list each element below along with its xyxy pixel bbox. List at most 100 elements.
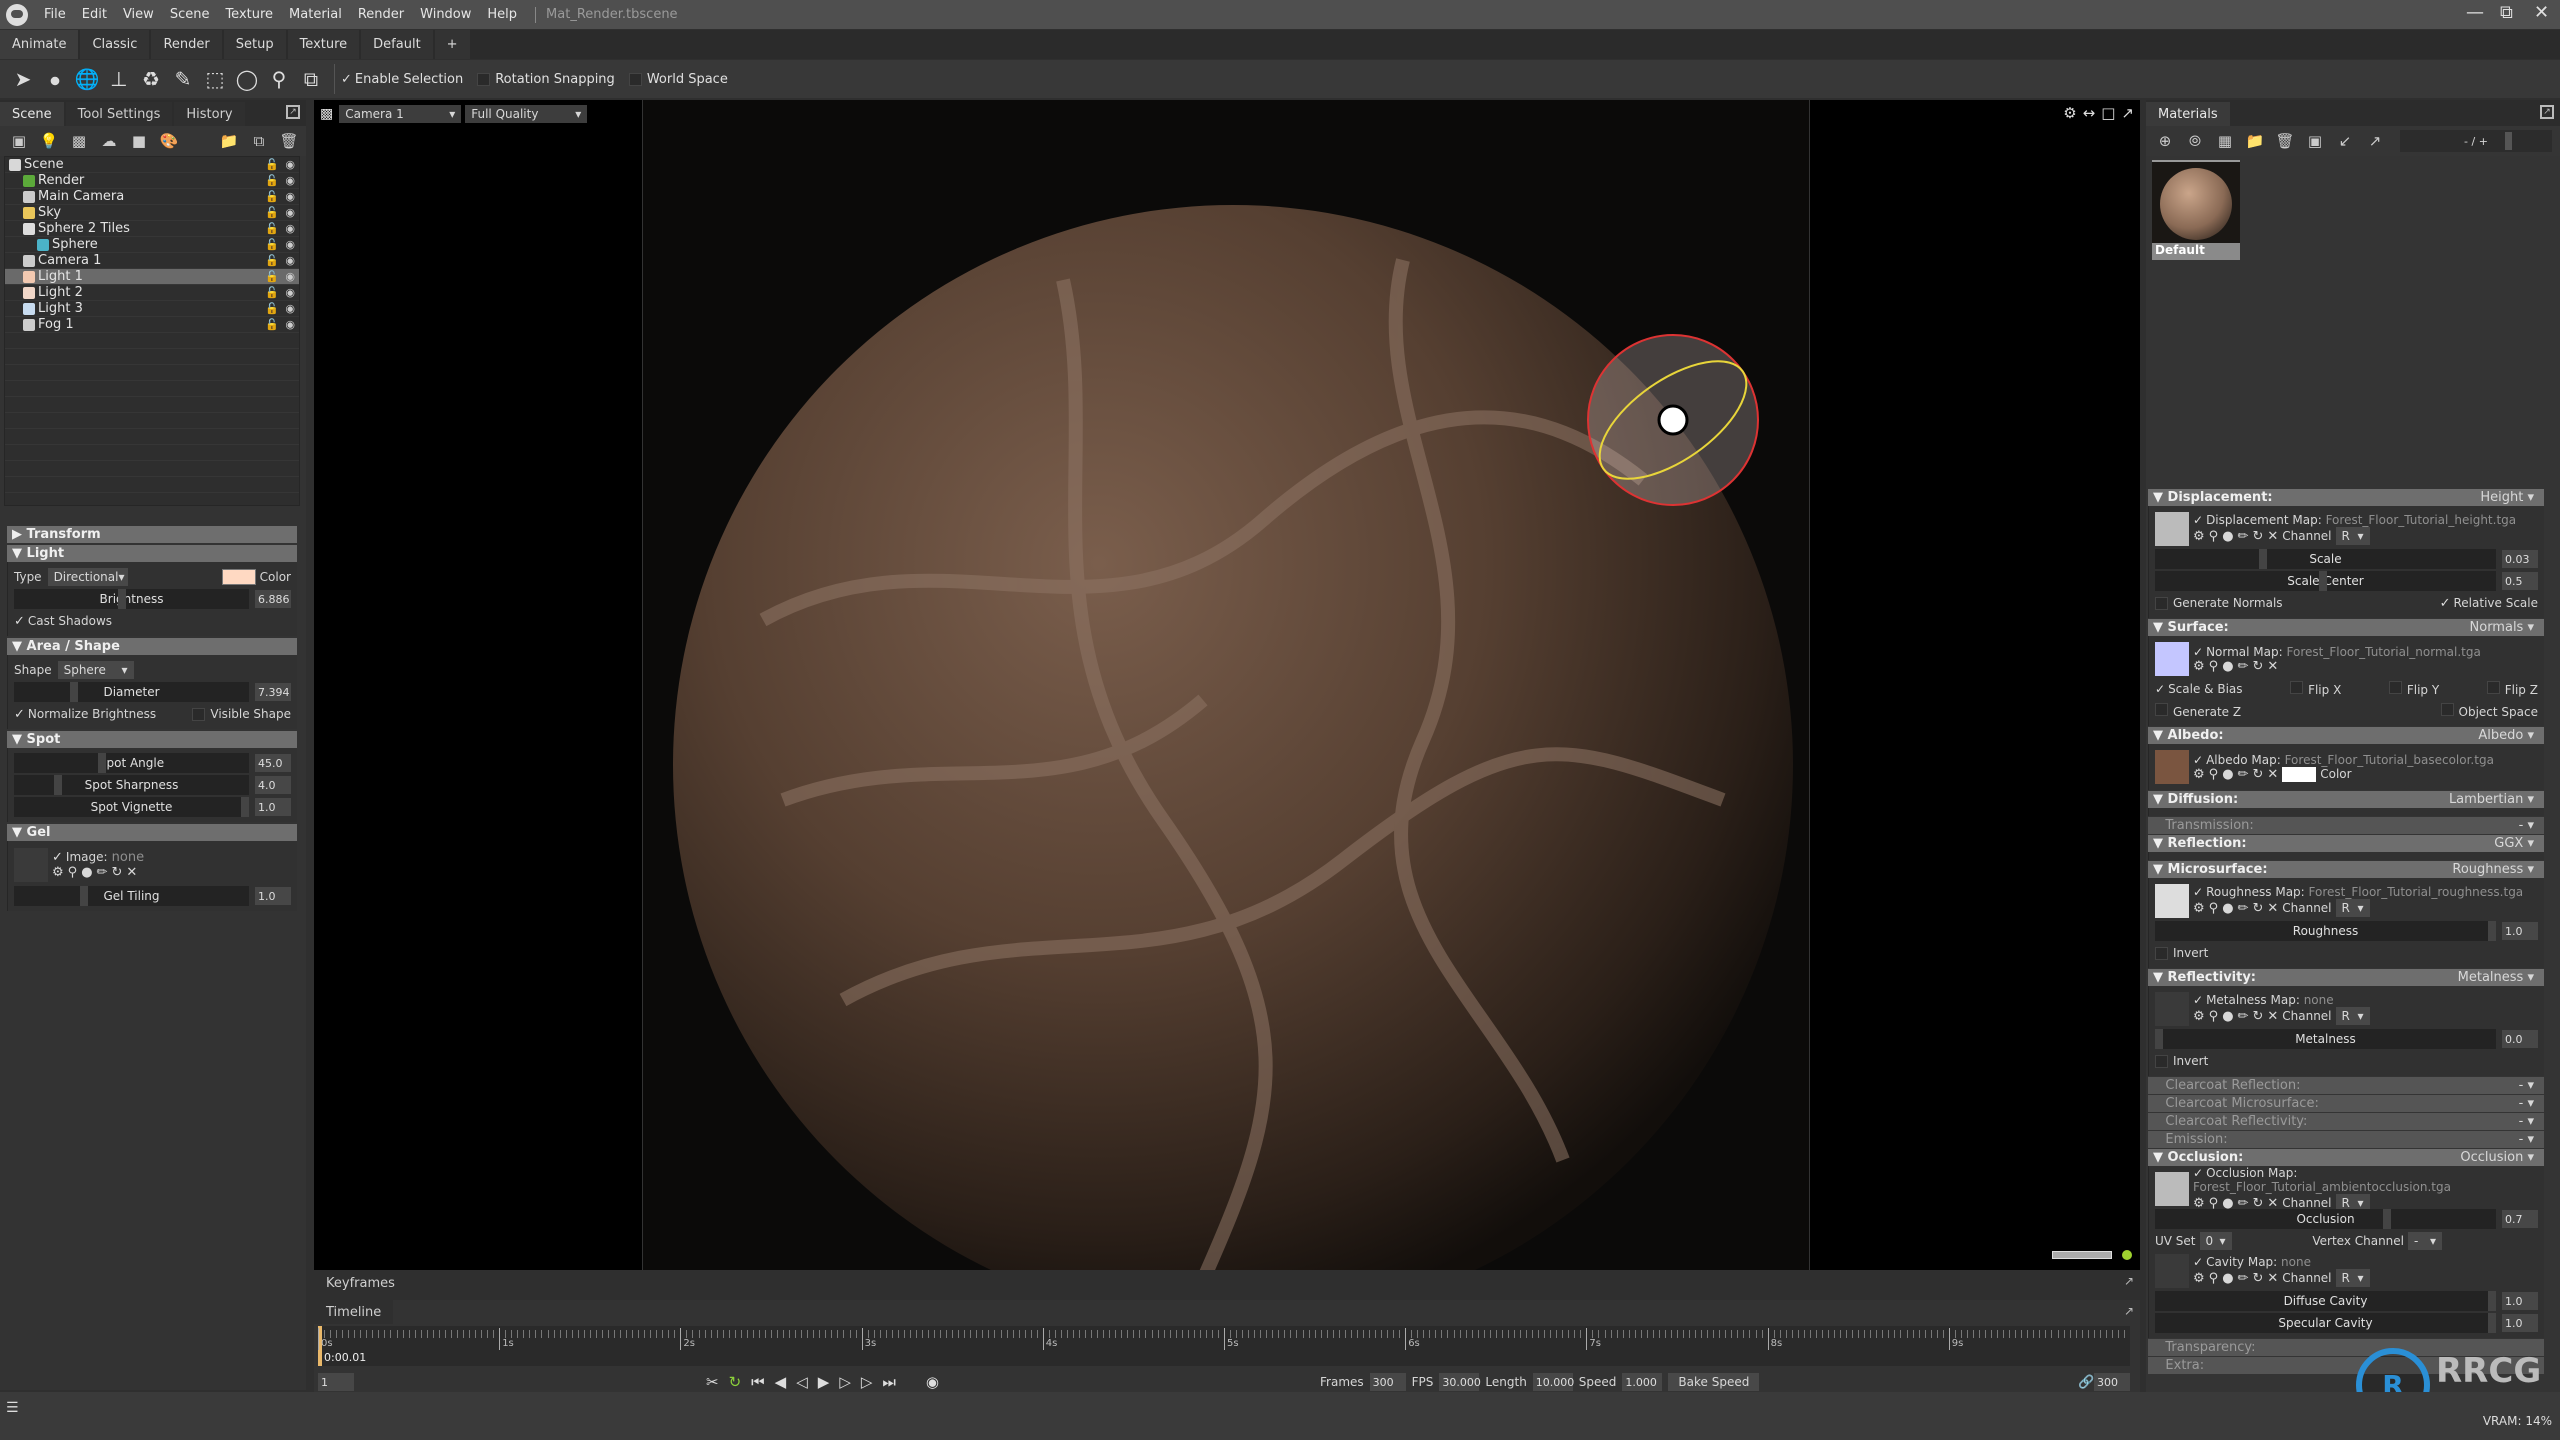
pencil-icon[interactable]: ✏: [2238, 767, 2249, 782]
add-mesh-icon[interactable]: ▣: [6, 130, 32, 152]
occlusion-thumbnail[interactable]: [2155, 1172, 2189, 1206]
mode-dropdown[interactable]: Height ▾: [2480, 490, 2534, 505]
enable-selection-checkbox[interactable]: ✓ Enable Selection: [341, 72, 463, 87]
folder-icon[interactable]: 📁: [2242, 130, 2268, 152]
end-frame-input[interactable]: 300: [2094, 1373, 2130, 1391]
maximize-icon[interactable]: □: [2101, 104, 2115, 122]
section-transform[interactable]: ▶ Transform: [7, 526, 297, 543]
bake-speed-button[interactable]: Bake Speed: [1668, 1373, 1760, 1391]
section-reflection[interactable]: ▼ Reflection: GGX ▾: [2148, 835, 2544, 852]
tab-default[interactable]: Default: [361, 30, 433, 59]
gear-icon[interactable]: ⚙: [2193, 529, 2205, 544]
split-view-icon[interactable]: ↔: [2083, 104, 2096, 122]
delete-icon[interactable]: 🗑: [2272, 130, 2298, 152]
section-diffusion[interactable]: ▼ Diffusion: Lambertian ▾: [2148, 791, 2544, 808]
section-emission[interactable]: Emission: - ▾: [2148, 1131, 2544, 1148]
scene-tree-item[interactable]: Render 🔓 ◉: [5, 173, 299, 189]
tab-timeline[interactable]: Timeline: [314, 1300, 394, 1324]
section-spot[interactable]: ▼ Spot: [7, 731, 297, 748]
add-material-icon[interactable]: ⊕: [2152, 130, 2178, 152]
lock-icon[interactable]: 🔓: [265, 270, 279, 283]
length-input[interactable]: 10.000: [1532, 1373, 1574, 1391]
flip-x-checkbox[interactable]: Flip X: [2290, 681, 2341, 697]
mode-dropdown[interactable]: - ▾: [2519, 818, 2534, 833]
channel-dropdown[interactable]: R ▾: [2335, 899, 2370, 917]
scale-bias-checkbox[interactable]: ✓ Scale & Bias: [2155, 682, 2243, 696]
lasso-select-icon[interactable]: ⚲: [264, 64, 294, 94]
clear-icon[interactable]: ✕: [126, 865, 137, 880]
rotation-snapping-checkbox[interactable]: Rotation Snapping: [477, 72, 615, 87]
diameter-slider[interactable]: Diameter: [14, 682, 249, 702]
section-displacement[interactable]: ▼ Displacement: Height ▾: [2148, 489, 2544, 506]
section-clearcoat-reflection[interactable]: Clearcoat Reflection: - ▾: [2148, 1077, 2544, 1094]
tab-keyframes[interactable]: Keyframes: [314, 1270, 407, 1296]
diameter-value[interactable]: 7.394: [255, 683, 291, 701]
circle-select-icon[interactable]: ◯: [232, 64, 262, 94]
pencil-icon[interactable]: ✏: [2238, 529, 2249, 544]
frames-input[interactable]: 300: [1369, 1373, 1406, 1391]
clear-icon[interactable]: ✕: [2267, 767, 2278, 782]
scene-tree-item[interactable]: Sky 🔓 ◉: [5, 205, 299, 221]
sphere-preview-icon[interactable]: ●: [2222, 659, 2233, 674]
section-area-shape[interactable]: ▼ Area / Shape: [7, 638, 297, 655]
channel-dropdown[interactable]: R ▾: [2335, 527, 2370, 545]
export-icon[interactable]: ↗: [2362, 130, 2388, 152]
slider-knob[interactable]: [2505, 132, 2512, 150]
visibility-eye-icon[interactable]: ◉: [285, 302, 295, 315]
tab-setup[interactable]: Setup: [223, 30, 286, 59]
duplicate-material-icon[interactable]: ⦾: [2182, 130, 2208, 152]
fps-input[interactable]: 30.000: [1439, 1373, 1481, 1391]
displacement-thumbnail[interactable]: [2155, 512, 2189, 546]
roughness-thumbnail[interactable]: [2155, 884, 2189, 918]
albedo-thumbnail[interactable]: [2155, 750, 2189, 784]
scale-value[interactable]: 0.03: [2502, 550, 2538, 568]
visibility-eye-icon[interactable]: ◉: [285, 190, 295, 203]
mode-dropdown[interactable]: Albedo ▾: [2478, 728, 2534, 743]
gear-icon[interactable]: ⚙: [2193, 767, 2205, 782]
lock-icon[interactable]: 🔓: [265, 206, 279, 219]
mode-dropdown[interactable]: Roughness ▾: [2452, 862, 2534, 877]
tab-history[interactable]: History: [174, 102, 245, 126]
slider-knob[interactable]: [118, 589, 126, 609]
add-camera-icon[interactable]: ▩: [66, 130, 92, 152]
mode-dropdown[interactable]: - ▾: [2519, 1132, 2534, 1147]
scene-tree-item[interactable]: Camera 1 🔓 ◉: [5, 253, 299, 269]
visibility-eye-icon[interactable]: ◉: [285, 206, 295, 219]
frame-input[interactable]: 1: [318, 1373, 354, 1391]
menu-material[interactable]: Material: [281, 7, 350, 22]
spot-sharpness-value[interactable]: 4.0: [255, 776, 291, 794]
tab-animate[interactable]: Animate: [0, 30, 79, 59]
visibility-eye-icon[interactable]: ◉: [285, 222, 295, 235]
gear-icon[interactable]: ⚙: [2193, 901, 2205, 916]
lock-icon[interactable]: 🔓: [265, 222, 279, 235]
checkbox-box[interactable]: [2155, 596, 2168, 610]
next-frame-icon[interactable]: ▷: [839, 1373, 851, 1391]
paint-icon[interactable]: ✎: [168, 64, 198, 94]
reload-icon[interactable]: ↻: [111, 865, 122, 880]
slider-knob[interactable]: [70, 682, 78, 702]
slider-knob[interactable]: [54, 775, 62, 795]
console-icon[interactable]: ☰: [6, 1400, 19, 1416]
visibility-eye-icon[interactable]: ◉: [285, 286, 295, 299]
slider-knob[interactable]: [2155, 1029, 2163, 1049]
lock-icon[interactable]: 🔓: [265, 238, 279, 251]
mode-dropdown[interactable]: Normals ▾: [2470, 620, 2534, 635]
visibility-eye-icon[interactable]: ◉: [285, 270, 295, 283]
sphere-preview-icon[interactable]: ●: [2222, 529, 2233, 544]
cast-shadows-checkbox[interactable]: Cast Shadows: [28, 614, 112, 628]
scene-tree-item[interactable]: Sphere 🔓 ◉: [5, 237, 299, 253]
section-clearcoat-reflectivity[interactable]: Clearcoat Reflectivity: - ▾: [2148, 1113, 2544, 1130]
clear-icon[interactable]: ✕: [2267, 659, 2278, 674]
generate-z-checkbox[interactable]: Generate Z: [2155, 703, 2241, 719]
vertex-channel-dropdown[interactable]: - ▾: [2408, 1232, 2442, 1250]
spot-angle-slider[interactable]: Spot Angle: [14, 753, 249, 773]
diffuse-cavity-value[interactable]: 1.0: [2502, 1292, 2538, 1310]
lock-icon[interactable]: 🔓: [265, 318, 279, 331]
menu-window[interactable]: Window: [412, 7, 479, 22]
reload-icon[interactable]: ↻: [2252, 1009, 2263, 1024]
slider-knob[interactable]: [2488, 921, 2496, 941]
gear-icon[interactable]: ⚙: [52, 865, 64, 880]
invert-checkbox[interactable]: Invert: [2173, 946, 2208, 960]
section-clearcoat-microsurface[interactable]: Clearcoat Microsurface: - ▾: [2148, 1095, 2544, 1112]
brightness-value[interactable]: 6.886: [255, 590, 291, 608]
